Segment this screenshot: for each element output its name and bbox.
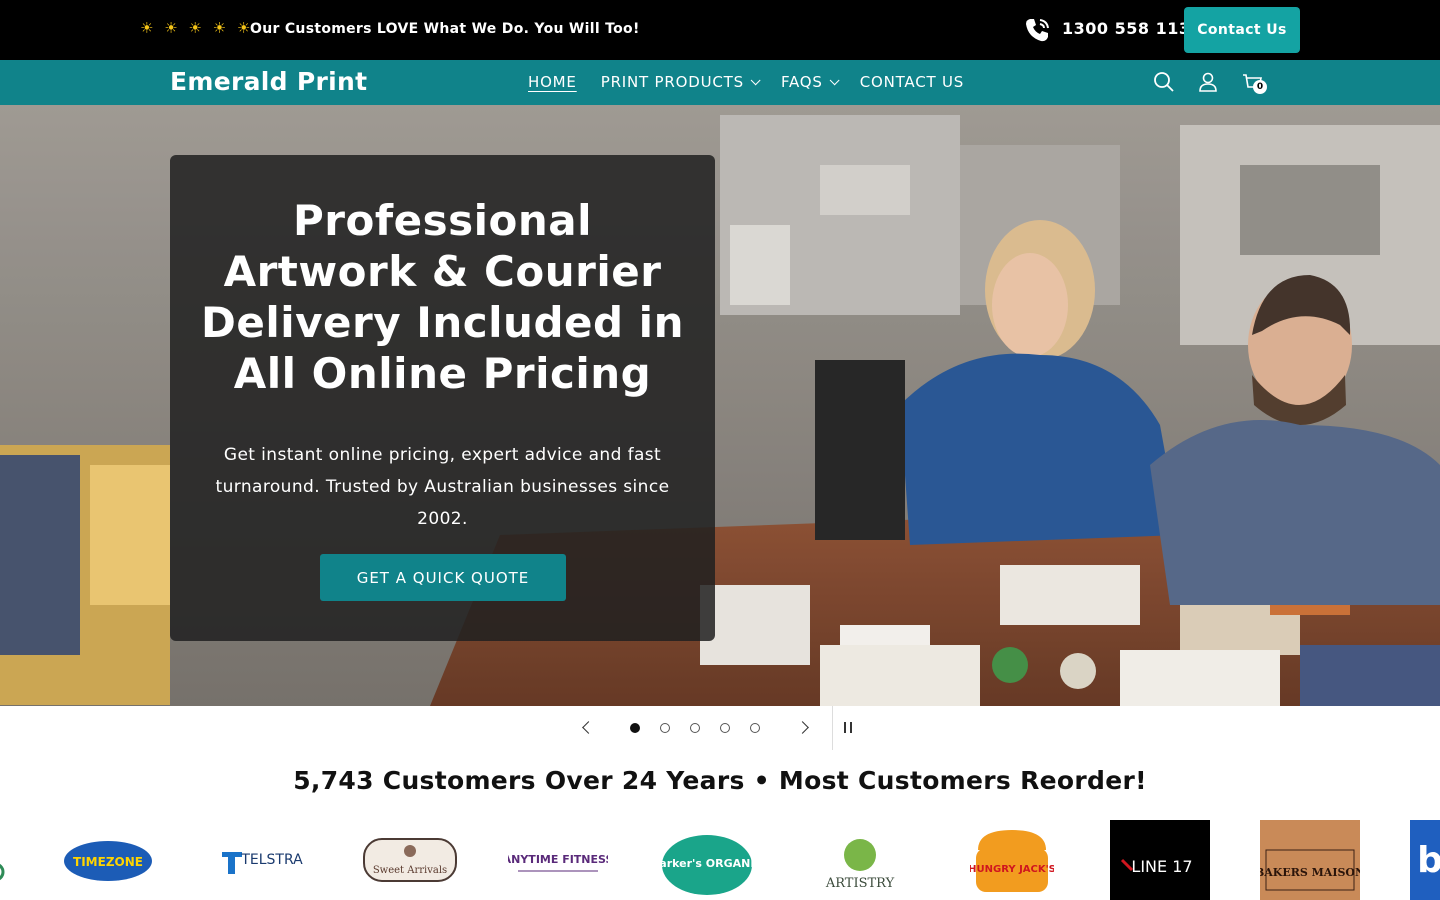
svg-text:TIMEZONE: TIMEZONE xyxy=(73,855,143,869)
divider xyxy=(832,706,833,750)
nav-contact-us[interactable]: CONTACT US xyxy=(860,73,964,91)
hero-panel: Professional Artwork & Courier Delivery … xyxy=(170,155,715,641)
logo-anytime-fitness: ANYTIME FITNESS xyxy=(508,820,608,900)
slide-dot-5[interactable] xyxy=(750,723,760,733)
telstra-logo-mark: TELSTRA xyxy=(222,852,303,874)
logo-artistry: ARTISTRY xyxy=(810,820,910,900)
bakers-maison-logo-mark: BAKERS MAISON xyxy=(1260,849,1360,891)
anytime-fitness-logo-mark: ANYTIME FITNESS xyxy=(508,853,608,872)
customers-headline: 5,743 Customers Over 24 Years • Most Cus… xyxy=(293,766,1147,795)
artistry-logo-mark: ARTISTRY xyxy=(825,839,895,891)
logo-partial-right: b xyxy=(1410,820,1440,900)
nav-faqs-label: FAQS xyxy=(780,73,823,91)
nav-print-products-label: PRINT PRODUCTS xyxy=(600,73,744,91)
pause-icon[interactable] xyxy=(844,722,852,733)
logo-timezone: TIMEZONE xyxy=(58,820,158,900)
slide-dot-2[interactable] xyxy=(660,723,670,733)
logo-bakers-maison: BAKERS MAISON xyxy=(1260,820,1360,900)
hero-subtext: Get instant online pricing, expert advic… xyxy=(215,445,670,529)
svg-text:BAKERS MAISON: BAKERS MAISON xyxy=(1260,866,1360,879)
logo-sweet-arrivals: Sweet Arrivals xyxy=(360,820,460,900)
main-nav: Emerald Print HOME PRINT PRODUCTS FAQS C… xyxy=(0,60,1440,105)
phone-number[interactable]: 1300 558 113 xyxy=(1062,19,1190,38)
logo-partial-left xyxy=(0,863,5,881)
nav-faqs[interactable]: FAQS xyxy=(780,73,840,91)
logo-parkers-organic: Parker's ORGANIC xyxy=(657,820,757,900)
customer-logos: TIMEZONE TELSTRA Sweet Arrivals ANYTIME … xyxy=(0,820,1440,900)
chevron-down-icon xyxy=(829,74,840,85)
stars-rating: ☀ ☀ ☀ ☀ ☀ xyxy=(140,19,254,37)
chevron-down-icon xyxy=(750,74,761,85)
nav-home-label: HOME xyxy=(528,73,577,91)
hero-headline: Professional Artwork & Courier Delivery … xyxy=(201,196,684,398)
timezone-logo-mark: TIMEZONE xyxy=(64,841,152,881)
nav-contact-label: CONTACT US xyxy=(859,73,965,91)
account-icon[interactable] xyxy=(1197,71,1219,93)
tagline: Our Customers LOVE What We Do. You Will … xyxy=(250,21,640,37)
svg-text:LINE 17: LINE 17 xyxy=(1131,857,1192,876)
phone-icon xyxy=(1026,19,1049,42)
svg-text:ANYTIME FITNESS: ANYTIME FITNESS xyxy=(508,853,608,866)
next-slide-icon[interactable] xyxy=(796,721,809,734)
svg-text:Parker's ORGANIC: Parker's ORGANIC xyxy=(657,857,757,870)
nav-home[interactable]: HOME xyxy=(528,73,577,91)
svg-text:TELSTRA: TELSTRA xyxy=(240,852,303,868)
hungry-jacks-logo-mark: HUNGRY JACK'S xyxy=(970,830,1054,892)
logo-line-17: LINE 17 xyxy=(1110,820,1210,900)
nav-print-products[interactable]: PRINT PRODUCTS xyxy=(600,73,761,91)
slide-dot-1[interactable] xyxy=(630,723,640,733)
sweet-arrivals-logo-mark: Sweet Arrivals xyxy=(363,838,457,882)
slide-dot-4[interactable] xyxy=(720,723,730,733)
get-quote-button[interactable]: GET A QUICK QUOTE xyxy=(320,554,566,601)
line-17-logo-mark: LINE 17 xyxy=(1120,857,1193,876)
logo-hungry-jacks: HUNGRY JACK'S xyxy=(962,820,1062,900)
cart-count-badge: 0 xyxy=(1253,80,1267,94)
nav-links: HOME PRINT PRODUCTS FAQS CONTACT US xyxy=(528,73,988,91)
hero-slider: Professional Artwork & Courier Delivery … xyxy=(0,105,1440,706)
announcement-bar: ☀ ☀ ☀ ☀ ☀ Our Customers LOVE What We Do.… xyxy=(0,0,1440,60)
svg-text:HUNGRY JACK'S: HUNGRY JACK'S xyxy=(970,864,1054,875)
svg-text:ARTISTRY: ARTISTRY xyxy=(825,876,895,891)
slider-controls xyxy=(0,706,1440,750)
logo-telstra: TELSTRA xyxy=(210,820,310,900)
search-icon[interactable] xyxy=(1153,71,1175,93)
logo-partial-right-glyph: b xyxy=(1417,839,1440,881)
contact-us-button[interactable]: Contact Us xyxy=(1184,7,1300,53)
previous-slide-icon[interactable] xyxy=(582,721,595,734)
svg-text:Sweet Arrivals: Sweet Arrivals xyxy=(373,865,447,876)
slide-dot-3[interactable] xyxy=(690,723,700,733)
parkers-organic-logo-mark: Parker's ORGANIC xyxy=(657,835,757,895)
brand-logo[interactable]: Emerald Print xyxy=(170,67,367,96)
